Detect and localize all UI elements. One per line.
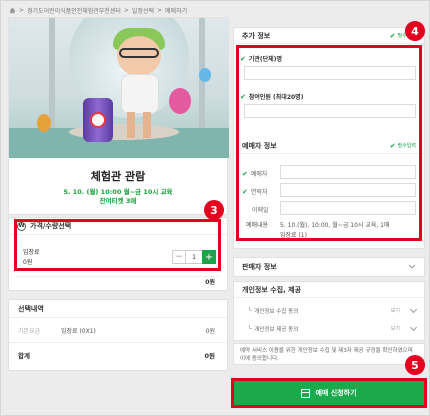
privacy-consent-card: 개인정보 수집, 제공 └ 개인정보 수집 동의 보기 └ 개인정보 제공 동의 보… <box>233 281 425 341</box>
privacy-provide-view-link[interactable]: 보기 <box>391 325 400 332</box>
selection-summary-card: 선택내역 기본요금 입장료 (0X1) 0원 합계 0원 <box>8 299 228 371</box>
check-icon: ✔ <box>389 31 396 40</box>
privacy-collect-view-link[interactable]: 보기 <box>391 307 400 314</box>
privacy-provide-item[interactable]: └ 개인정보 제공 동의 <box>248 325 298 333</box>
seller-info-toggle[interactable]: 판매자 정보 <box>233 257 425 277</box>
consent-notice: 예약 서비스 이용을 위한 개인정보 수집 및 제3자 제공 규정을 확인하였으… <box>233 343 425 365</box>
selection-title: 선택내역 <box>9 300 227 318</box>
event-image <box>9 18 229 158</box>
annotation-badge-3: 3 <box>204 200 224 220</box>
sum-label: 합계 <box>18 352 30 360</box>
event-title: 체험관 관람 <box>90 170 146 183</box>
highlight-box-4 <box>236 45 422 241</box>
price-total: 0원 <box>205 279 215 286</box>
privacy-title: 개인정보 수집, 제공 <box>234 282 424 298</box>
page-frame: > 경기도어린이식품안전체험관부천센터 > 일정선택 > 예매하기 체험관 관람 <box>0 0 430 416</box>
sum-value: 0원 <box>204 352 215 360</box>
breadcrumb: > 경기도어린이식품안전체험관부천센터 > 일정선택 > 예매하기 <box>9 5 187 15</box>
annotation-badge-5: 5 <box>405 355 425 375</box>
highlight-box-3 <box>14 219 221 271</box>
event-card: 체험관 관람 5. 10. (월) 10:00 월~금 10시 교육 잔여티켓 … <box>8 17 229 215</box>
highlight-box-5 <box>231 378 427 408</box>
seller-info-title: 판매자 정보 <box>242 263 277 271</box>
selection-item: 입장료 (0X1) <box>61 328 96 335</box>
breadcrumb-current: 예매하기 <box>165 7 188 15</box>
breadcrumb-schedule[interactable]: 일정선택 <box>132 6 154 15</box>
breadcrumb-venue[interactable]: 경기도어린이식품안전체험관부천센터 <box>27 6 121 15</box>
additional-info-title: 추가 정보 <box>242 31 271 40</box>
home-icon[interactable] <box>9 7 16 14</box>
additional-info-header: 추가 정보 ✔필수입력 <box>234 28 424 44</box>
remaining-tickets: 잔여티켓 3매 <box>99 197 137 205</box>
chevron-down-icon[interactable] <box>409 305 418 314</box>
selection-item-price: 0원 <box>205 328 215 335</box>
branch-icon: └ <box>248 308 252 314</box>
privacy-collect-item[interactable]: └ 개인정보 수집 동의 <box>248 307 298 315</box>
branch-icon: └ <box>248 326 252 332</box>
breadcrumb-sep: > <box>123 6 129 14</box>
breadcrumb-sep: > <box>157 6 163 14</box>
event-schedule: 5. 10. (월) 10:00 월~금 10시 교육 <box>63 188 173 196</box>
chevron-down-icon[interactable] <box>409 323 418 332</box>
selection-category: 기본요금 <box>18 328 41 335</box>
chevron-down-icon <box>408 264 416 269</box>
annotation-badge-4: 4 <box>405 21 425 41</box>
breadcrumb-sep: > <box>19 6 25 14</box>
